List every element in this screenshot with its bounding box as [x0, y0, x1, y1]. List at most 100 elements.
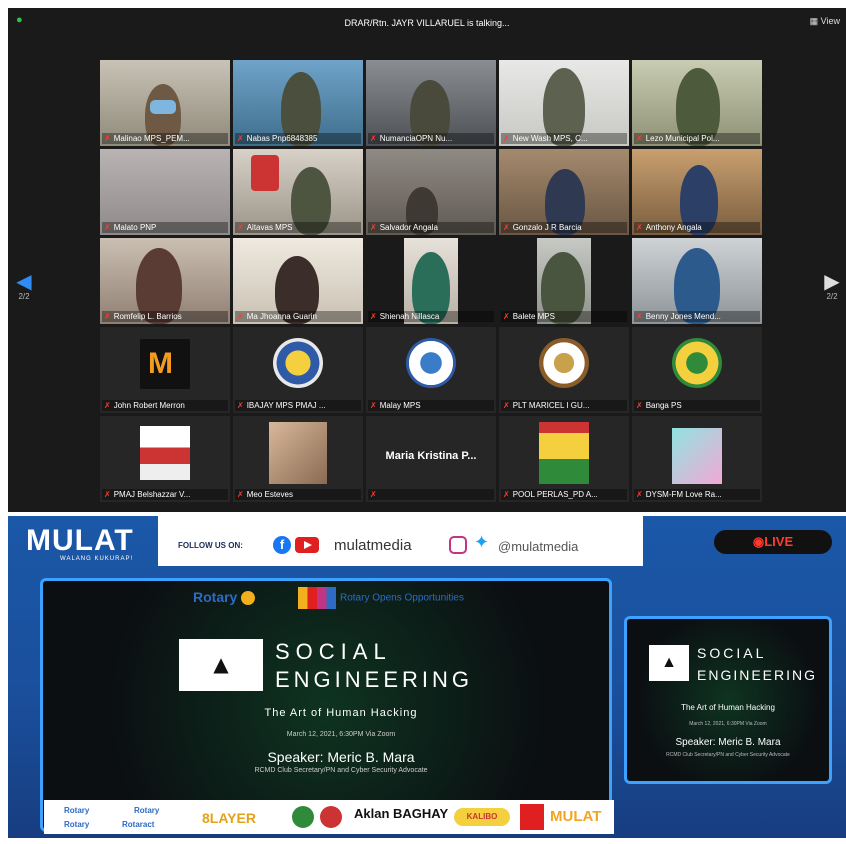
participant-tile[interactable]: ✗ Lezo Municipal Pol...: [632, 60, 762, 146]
mic-muted-icon: ✗: [503, 490, 510, 499]
slide-date: March 12, 2021, 6:30PM Via Zoom: [286, 731, 396, 738]
participant-name: Shienah Nillasca: [379, 312, 440, 321]
slide-title-line-2: ENGINEERING: [275, 667, 474, 692]
mic-muted-icon: ✗: [370, 490, 377, 499]
preview-subtitle: The Art of Human Hacking: [681, 703, 775, 712]
participant-tile[interactable]: ✗ Anthony Angala: [632, 149, 762, 235]
participant-tile[interactable]: ✗ Banga PS: [632, 327, 762, 413]
follow-label: FOLLOW US ON:: [178, 541, 243, 550]
slide-speaker: Speaker: Meric B. Mara: [267, 749, 415, 765]
participant-tile[interactable]: ✗ NumanciaOPN Nu...: [366, 60, 496, 146]
seal-icon: [273, 338, 323, 389]
sponsor-logo: Rotary: [64, 820, 90, 829]
participant-tile[interactable]: ✗ New Wash MPS, C...: [499, 60, 629, 146]
badge-icon: [320, 806, 342, 828]
mic-muted-icon: ✗: [636, 312, 643, 321]
participant-tile[interactable]: ✗ Balete MPS: [499, 238, 629, 324]
sponsor-bar: Rotary Rotary Rotary Rotaract 8LAYER Akl…: [44, 800, 614, 834]
zoom-meeting-window: ● DRAR/Rtn. JAYR VILLARUEL is talking...…: [8, 8, 846, 512]
m-logo-icon: M: [148, 347, 173, 380]
live-badge: ◉LIVE: [714, 530, 832, 554]
slide-title-line-1: SOCIAL: [275, 639, 392, 664]
participant-tile[interactable]: ✗ PLT MARICEL I GU...: [499, 327, 629, 413]
mic-muted-icon: ✗: [636, 223, 643, 232]
participant-tile[interactable]: ✗ IBAJAY MPS PMAJ ...: [233, 327, 363, 413]
participant-tile[interactable]: ✗ Malinao MPS_PEM...: [100, 60, 230, 146]
rotary-wheel-icon: [241, 591, 256, 606]
seal-icon: [539, 338, 589, 389]
mic-muted-icon: ✗: [503, 134, 510, 143]
sponsor-logo: Rotary: [134, 806, 160, 815]
participant-tile[interactable]: ✗ POOL PERLAS_PD A...: [499, 416, 629, 502]
participant-name: Banga PS: [645, 401, 682, 410]
participant-tile[interactable]: ✗ Altavas MPS: [233, 149, 363, 235]
spy-hat-icon: ▲: [179, 639, 263, 691]
mic-muted-icon: ✗: [370, 223, 377, 232]
mic-muted-icon: ✗: [104, 134, 111, 143]
participant-tile[interactable]: ✗ Shienah Nillasca: [366, 238, 496, 324]
page-indicator: 2/2: [826, 292, 838, 301]
participant-name-large: Maria Kristina P...: [385, 450, 477, 462]
arrow-left-icon: ◀: [16, 271, 32, 293]
matrix-background: [43, 581, 609, 829]
slide-subtitle: The Art of Human Hacking: [264, 707, 418, 719]
prev-page-button[interactable]: ◀ 2/2: [14, 272, 34, 301]
mic-muted-icon: ✗: [503, 312, 510, 321]
participant-name: Meo Esteves: [246, 490, 293, 499]
participant-tile[interactable]: ✗ Benny Jones Mend...: [632, 238, 762, 324]
preview-speaker-role: RCMD Club Secretary/PN and Cyber Securit…: [666, 752, 790, 758]
stream-header: MULAT WALANG KUKURAP! FOLLOW US ON: f mu…: [8, 516, 846, 574]
view-label: View: [820, 16, 840, 26]
instagram-icon: [449, 536, 467, 554]
mic-muted-icon: ✗: [104, 490, 111, 499]
facebook-icon: f: [273, 536, 291, 554]
mic-muted-icon: ✗: [370, 134, 377, 143]
participant-tile[interactable]: ✗ PMAJ Belshazzar V...: [100, 416, 230, 502]
participant-tile[interactable]: M ✗ John Robert Merron: [100, 327, 230, 413]
participant-name: Benny Jones Mend...: [645, 312, 721, 321]
participant-name: Malato PNP: [113, 223, 157, 232]
participant-name: PMAJ Belshazzar V...: [113, 490, 191, 499]
participant-tile[interactable]: ✗ Salvador Angala: [366, 149, 496, 235]
mic-muted-icon: ✗: [237, 134, 244, 143]
mic-muted-icon: ✗: [237, 490, 244, 499]
participant-tile[interactable]: Maria Kristina P... ✗: [366, 416, 496, 502]
roo-bars-icon: [298, 587, 336, 609]
participant-tile[interactable]: ✗ Romfelip L. Barrios: [100, 238, 230, 324]
participant-tile[interactable]: ✗ Gonzalo J R Barcia: [499, 149, 629, 235]
preview-date: March 12, 2021, 6:30PM Via Zoom: [689, 721, 767, 727]
participant-name: Gonzalo J R Barcia: [512, 223, 582, 232]
mic-muted-icon: ✗: [104, 312, 111, 321]
participant-tile[interactable]: ✗ DYSM-FM Love Ra...: [632, 416, 762, 502]
participant-name: DYSM-FM Love Ra...: [645, 490, 722, 499]
arrow-right-icon: ▶: [824, 271, 840, 293]
slide-speaker-role: RCMD Club Secretary/PN and Cyber Securit…: [254, 767, 428, 774]
view-button[interactable]: ▦ View: [810, 16, 840, 27]
participant-name: Lezo Municipal Pol...: [645, 134, 720, 143]
participant-name: Nabas Pnp6848385: [246, 134, 318, 143]
participant-tile[interactable]: ✗ Meo Esteves: [233, 416, 363, 502]
sponsor-logo: Rotaract: [122, 820, 155, 829]
participant-name: Balete MPS: [512, 312, 555, 321]
brand-logo: MULAT: [26, 524, 134, 557]
participant-name: New Wash MPS, C...: [512, 134, 588, 143]
participant-tile[interactable]: ✗ Nabas Pnp6848385: [233, 60, 363, 146]
participant-name: Ma Jhoanna Guarin: [246, 312, 317, 321]
mic-muted-icon: ✗: [503, 401, 510, 410]
participant-tile[interactable]: ✗ Malato PNP: [100, 149, 230, 235]
participant-name: PLT MARICEL I GU...: [512, 401, 590, 410]
preview-title-line-2: ENGINEERING: [697, 667, 818, 683]
participant-name: Salvador Angala: [379, 223, 438, 232]
live-dot-icon: ◉: [752, 534, 765, 549]
roo-logo: Rotary Opens Opportunities: [298, 587, 464, 609]
mic-muted-icon: ✗: [370, 312, 377, 321]
active-speaker-label: DRAR/Rtn. JAYR VILLARUEL is talking...: [344, 18, 510, 28]
mic-muted-icon: ✗: [104, 401, 111, 410]
rotary-logo: Rotary: [193, 589, 256, 606]
sponsor-logo: Rotary: [64, 806, 90, 815]
badge-icon: [292, 806, 314, 828]
participant-tile[interactable]: ✗ Malay MPS: [366, 327, 496, 413]
mic-muted-icon: ✗: [503, 223, 510, 232]
next-page-button[interactable]: ▶ 2/2: [822, 272, 842, 301]
participant-tile[interactable]: ✗ Ma Jhoanna Guarin: [233, 238, 363, 324]
